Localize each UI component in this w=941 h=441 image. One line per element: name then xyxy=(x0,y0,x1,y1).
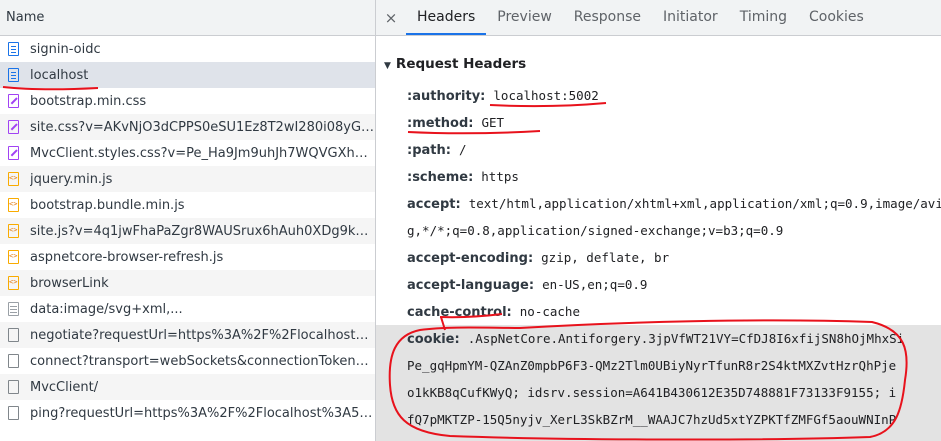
section-title: Request Headers xyxy=(395,56,527,72)
request-name: localhost xyxy=(30,67,89,83)
blank-file-icon xyxy=(8,406,19,420)
header-name: cache-control: xyxy=(407,305,512,320)
blank-file-icon xyxy=(8,328,19,342)
header-value: gzip, deflate, br xyxy=(541,250,670,265)
tab-cookies[interactable]: Cookies xyxy=(798,0,875,35)
expand-triangle-icon: ▼ xyxy=(384,61,391,71)
header-value-continuation: g,*/*;q=0.8,application/signed-exchange;… xyxy=(407,223,784,238)
script-icon xyxy=(8,224,19,238)
request-name: aspnetcore-browser-refresh.js xyxy=(30,249,224,265)
header-name: :method: xyxy=(407,116,474,131)
request-name: signin-oidc xyxy=(30,41,101,57)
script-icon xyxy=(8,250,19,264)
header-name: accept-encoding: xyxy=(407,251,534,266)
request-row[interactable]: aspnetcore-browser-refresh.js xyxy=(0,244,375,270)
document-icon xyxy=(8,42,19,56)
request-row[interactable]: browserLink xyxy=(0,270,375,296)
request-row[interactable]: ping?requestUrl=https%3A%2F%2Flocalhost%… xyxy=(0,400,375,426)
close-icon[interactable]: × xyxy=(376,9,406,27)
header-value: en-US,en;q=0.9 xyxy=(542,277,648,292)
request-name: data:image/svg+xml,... xyxy=(30,301,183,317)
header-value: / xyxy=(458,142,467,157)
tab-preview[interactable]: Preview xyxy=(486,0,563,35)
request-name: browserLink xyxy=(30,275,109,291)
script-icon xyxy=(8,172,19,186)
script-icon xyxy=(8,276,19,290)
header-name: :path: xyxy=(407,143,451,158)
request-name: jquery.min.js xyxy=(30,171,113,187)
tab-timing[interactable]: Timing xyxy=(729,0,798,35)
header-row-cookie: cookie: .AspNetCore.Antiforgery.3jpVfWT21… xyxy=(376,325,941,352)
header-row-authority: :authority: localhost:5002 xyxy=(376,82,941,109)
header-name: accept-language: xyxy=(407,278,535,293)
header-value-continuation: o1kKB8qCufKWyQ; idsrv.session=A641B43061… xyxy=(376,379,941,406)
request-list: signin-oidc localhost bootstrap.min.css … xyxy=(0,36,375,426)
request-list-panel: Name signin-oidc localhost bootstrap.min… xyxy=(0,0,376,441)
header-name: :scheme: xyxy=(407,170,474,185)
request-name: bootstrap.bundle.min.js xyxy=(30,197,185,213)
blank-file-icon xyxy=(8,380,19,394)
blank-file-icon xyxy=(8,354,19,368)
request-headers-toggle[interactable]: ▼ Request Headers xyxy=(376,52,941,76)
header-row-cache-control: cache-control: no-cache xyxy=(376,298,941,325)
request-row[interactable]: bootstrap.min.css xyxy=(0,88,375,114)
header-value: https xyxy=(481,169,519,184)
details-tab-bar: × Headers Preview Response Initiator Tim… xyxy=(376,0,941,36)
tab-initiator[interactable]: Initiator xyxy=(652,0,729,35)
request-name: negotiate?requestUrl=https%3A%2F%2Flocal… xyxy=(30,327,375,343)
request-name: bootstrap.min.css xyxy=(30,93,147,109)
request-headers-section: ▼ Request Headers xyxy=(376,52,941,76)
header-row-path: :path: / xyxy=(376,136,941,163)
header-row-accept-encoding: accept-encoding: gzip, deflate, br xyxy=(376,244,941,271)
header-value: text/html,application/xhtml+xml,applicat… xyxy=(468,196,941,211)
request-row[interactable]: negotiate?requestUrl=https%3A%2F%2Flocal… xyxy=(0,322,375,348)
tab-response[interactable]: Response xyxy=(563,0,652,35)
header-name: accept: xyxy=(407,197,461,212)
request-name: MvcClient.styles.css?v=Pe_Ha9Jm9uhJh7WQV… xyxy=(30,145,375,161)
header-value: .AspNetCore.Antiforgery.3jpVfWT21VY=CfDJ… xyxy=(467,331,905,346)
tab-headers[interactable]: Headers xyxy=(406,0,487,35)
header-row-method: :method: GET xyxy=(376,109,941,136)
header-value: localhost:5002 xyxy=(493,88,599,103)
stylesheet-icon xyxy=(8,120,19,134)
request-row[interactable]: bootstrap.bundle.min.js xyxy=(0,192,375,218)
request-row[interactable]: jquery.min.js xyxy=(0,166,375,192)
header-name: cookie: xyxy=(407,332,460,347)
request-name: connect?transport=webSockets&connectionT… xyxy=(30,353,375,369)
document-icon xyxy=(8,68,19,82)
header-value-continuation: fQ7pMKTZP-15Q5nyjv_XerL3SkBZrM__WAAJC7hz… xyxy=(376,406,941,433)
request-row[interactable]: data:image/svg+xml,... xyxy=(0,296,375,322)
header-value: no-cache xyxy=(519,304,580,319)
request-name: site.css?v=AKvNjO3dCPPS0eSU1Ez8T2wI280i0… xyxy=(30,119,375,135)
stylesheet-icon xyxy=(8,146,19,160)
request-row[interactable]: signin-oidc xyxy=(0,36,375,62)
header-row-accept-language: accept-language: en-US,en;q=0.9 xyxy=(376,271,941,298)
header-name: :authority: xyxy=(407,89,486,104)
header-row-accept: accept: text/html,application/xhtml+xml,a… xyxy=(376,190,941,217)
script-icon xyxy=(8,198,19,212)
details-panel: × Headers Preview Response Initiator Tim… xyxy=(376,0,941,441)
request-row[interactable]: site.css?v=AKvNjO3dCPPS0eSU1Ez8T2wI280i0… xyxy=(0,114,375,140)
image-icon xyxy=(8,302,19,316)
request-row[interactable]: connect?transport=webSockets&connectionT… xyxy=(0,348,375,374)
header-row-scheme: :scheme: https xyxy=(376,163,941,190)
header-value-continuation: :7612_KY_6_01L1L0001UJ7Y1_YY1L0ZY_VaUaU_… xyxy=(376,433,941,441)
request-name: MvcClient/ xyxy=(30,379,99,395)
header-value: GET xyxy=(481,115,505,130)
request-name: site.js?v=4q1jwFhaPaZgr8WAUSrux6hAuh0XDg… xyxy=(30,223,375,239)
request-row-selected[interactable]: localhost xyxy=(0,62,375,88)
request-name: ping?requestUrl=https%3A%2F%2Flocalhost%… xyxy=(30,405,375,421)
request-row[interactable]: MvcClient.styles.css?v=Pe_Ha9Jm9uhJh7WQV… xyxy=(0,140,375,166)
header-value-continuation: Pe_gqHpmYM-QZAnZ0mpbP6F3-QMz2Tlm0UBiyNyr… xyxy=(376,352,941,379)
stylesheet-icon xyxy=(8,94,19,108)
request-row[interactable]: MvcClient/ xyxy=(0,374,375,400)
name-column-header[interactable]: Name xyxy=(0,0,375,36)
request-row[interactable]: site.js?v=4q1jwFhaPaZgr8WAUSrux6hAuh0XDg… xyxy=(0,218,375,244)
